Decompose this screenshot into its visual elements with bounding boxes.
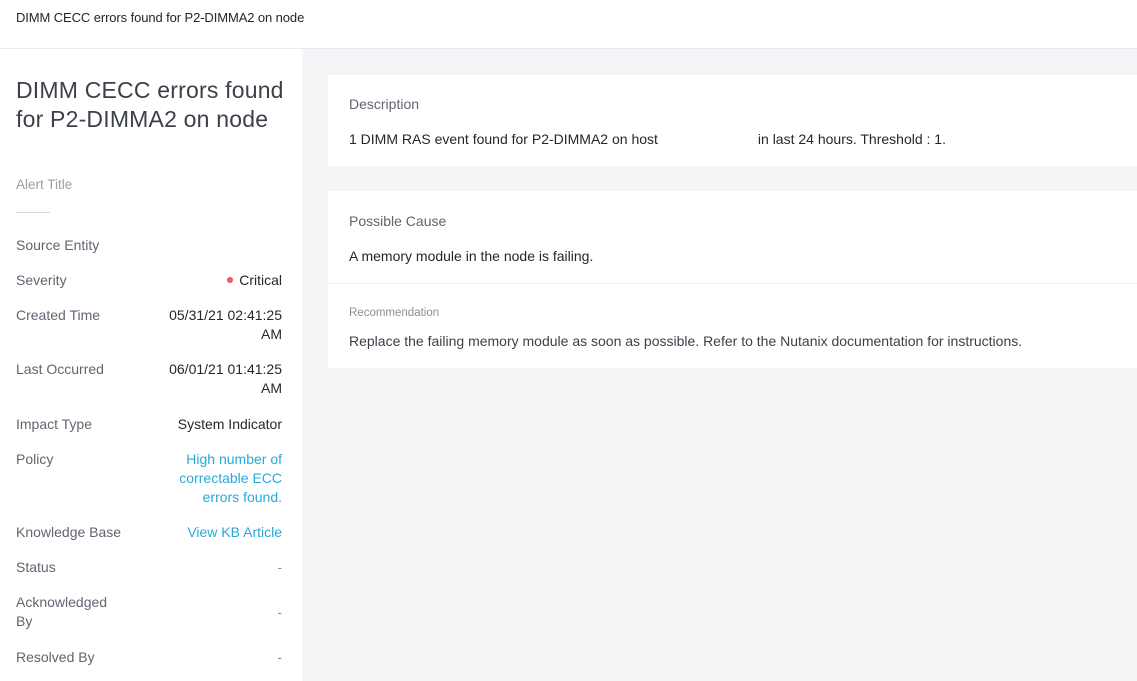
created-time-value: 05/31/21 02:41:25 AM: [142, 306, 282, 344]
critical-status-dot-icon: [227, 277, 234, 283]
property-label: Knowledge Base: [16, 524, 122, 540]
window-title: DIMM CECC errors found for P2-DIMMA2 on …: [16, 10, 305, 25]
last-occurred-date: 06/01/21 01:41:25: [169, 361, 282, 377]
severity-value: Critical: [142, 271, 282, 290]
possible-cause-text: A memory module in the node is failing.: [349, 248, 594, 264]
cause-recommendation-panel: Possible Cause A memory module in the no…: [328, 191, 1137, 368]
alert-title-caption: Alert Title: [16, 177, 73, 192]
property-label: Source Entity: [16, 237, 100, 253]
property-label: Impact Type: [16, 416, 93, 432]
property-label: Policy: [16, 451, 54, 467]
property-label: Resolved By: [16, 649, 95, 665]
alert-title-heading: DIMM CECC errors found for P2-DIMMA2 on …: [16, 77, 284, 132]
description-label: Description: [349, 96, 420, 112]
recommendation-label: Recommendation: [349, 307, 440, 319]
property-label: Status: [16, 559, 56, 575]
possible-cause-label: Possible Cause: [349, 213, 447, 229]
divider: [328, 283, 1137, 284]
property-row-severity: Severity Critical: [16, 271, 282, 291]
acknowledged-label-line: By: [16, 613, 33, 629]
property-row-last-occurred: Last Occurred 06/01/21 01:41:25 AM: [16, 360, 282, 400]
top-bar: DIMM CECC errors found for P2-DIMMA2 on …: [0, 0, 1137, 49]
acknowledged-by-value: -: [277, 604, 282, 620]
last-occurred-ampm: AM: [261, 380, 282, 396]
impact-type-value: System Indicator: [177, 416, 282, 432]
last-occurred-value: 06/01/21 01:41:25 AM: [142, 360, 282, 398]
view-kb-article-link[interactable]: View KB Article: [142, 523, 282, 542]
description-text-part: 1 DIMM RAS event found for P2-DIMMA2 on …: [349, 131, 658, 147]
policy-link-line: errors found.: [202, 489, 282, 505]
property-row-knowledge-base: Knowledge Base View KB Article: [16, 523, 282, 543]
policy-link-line: correctable ECC: [179, 470, 282, 486]
description-panel: Description 1 DIMM RAS event found for P…: [328, 75, 1137, 166]
property-label: Severity: [16, 272, 67, 288]
property-row-resolved-by: Resolved By -: [16, 648, 282, 668]
property-label: Created Time: [16, 307, 101, 323]
property-row-created-time: Created Time 05/31/21 02:41:25 AM: [16, 306, 282, 346]
property-row-policy: Policy High number of correctable ECC erro…: [16, 450, 282, 510]
divider: [16, 212, 50, 213]
alert-summary-sidebar: DIMM CECC errors found for P2-DIMMA2 on …: [0, 49, 302, 681]
recommendation-text: Replace the failing memory module as soo…: [349, 333, 1023, 349]
acknowledged-label-line: Acknowledged: [16, 594, 108, 610]
property-row-acknowledged-by: Acknowledged By -: [16, 593, 282, 633]
resolved-by-value: -: [277, 649, 282, 665]
property-label: Last Occurred: [16, 361, 104, 377]
property-row-source-entity: Source Entity: [16, 236, 282, 256]
status-value: -: [277, 559, 282, 575]
property-label: Acknowledged By: [16, 593, 146, 631]
policy-link[interactable]: High number of correctable ECC errors foun…: [142, 450, 282, 507]
description-text: 1 DIMM RAS event found for P2-DIMMA2 on …: [349, 131, 946, 147]
severity-text: Critical: [239, 272, 282, 288]
description-text-part: in last 24 hours. Threshold : 1.: [757, 131, 946, 147]
policy-link-line: High number of: [186, 451, 282, 467]
property-row-status: Status -: [16, 558, 282, 578]
created-time-ampm: AM: [261, 326, 282, 342]
property-row-impact-type: Impact Type System Indicator: [16, 415, 282, 435]
created-time-date: 05/31/21 02:41:25: [169, 307, 282, 323]
